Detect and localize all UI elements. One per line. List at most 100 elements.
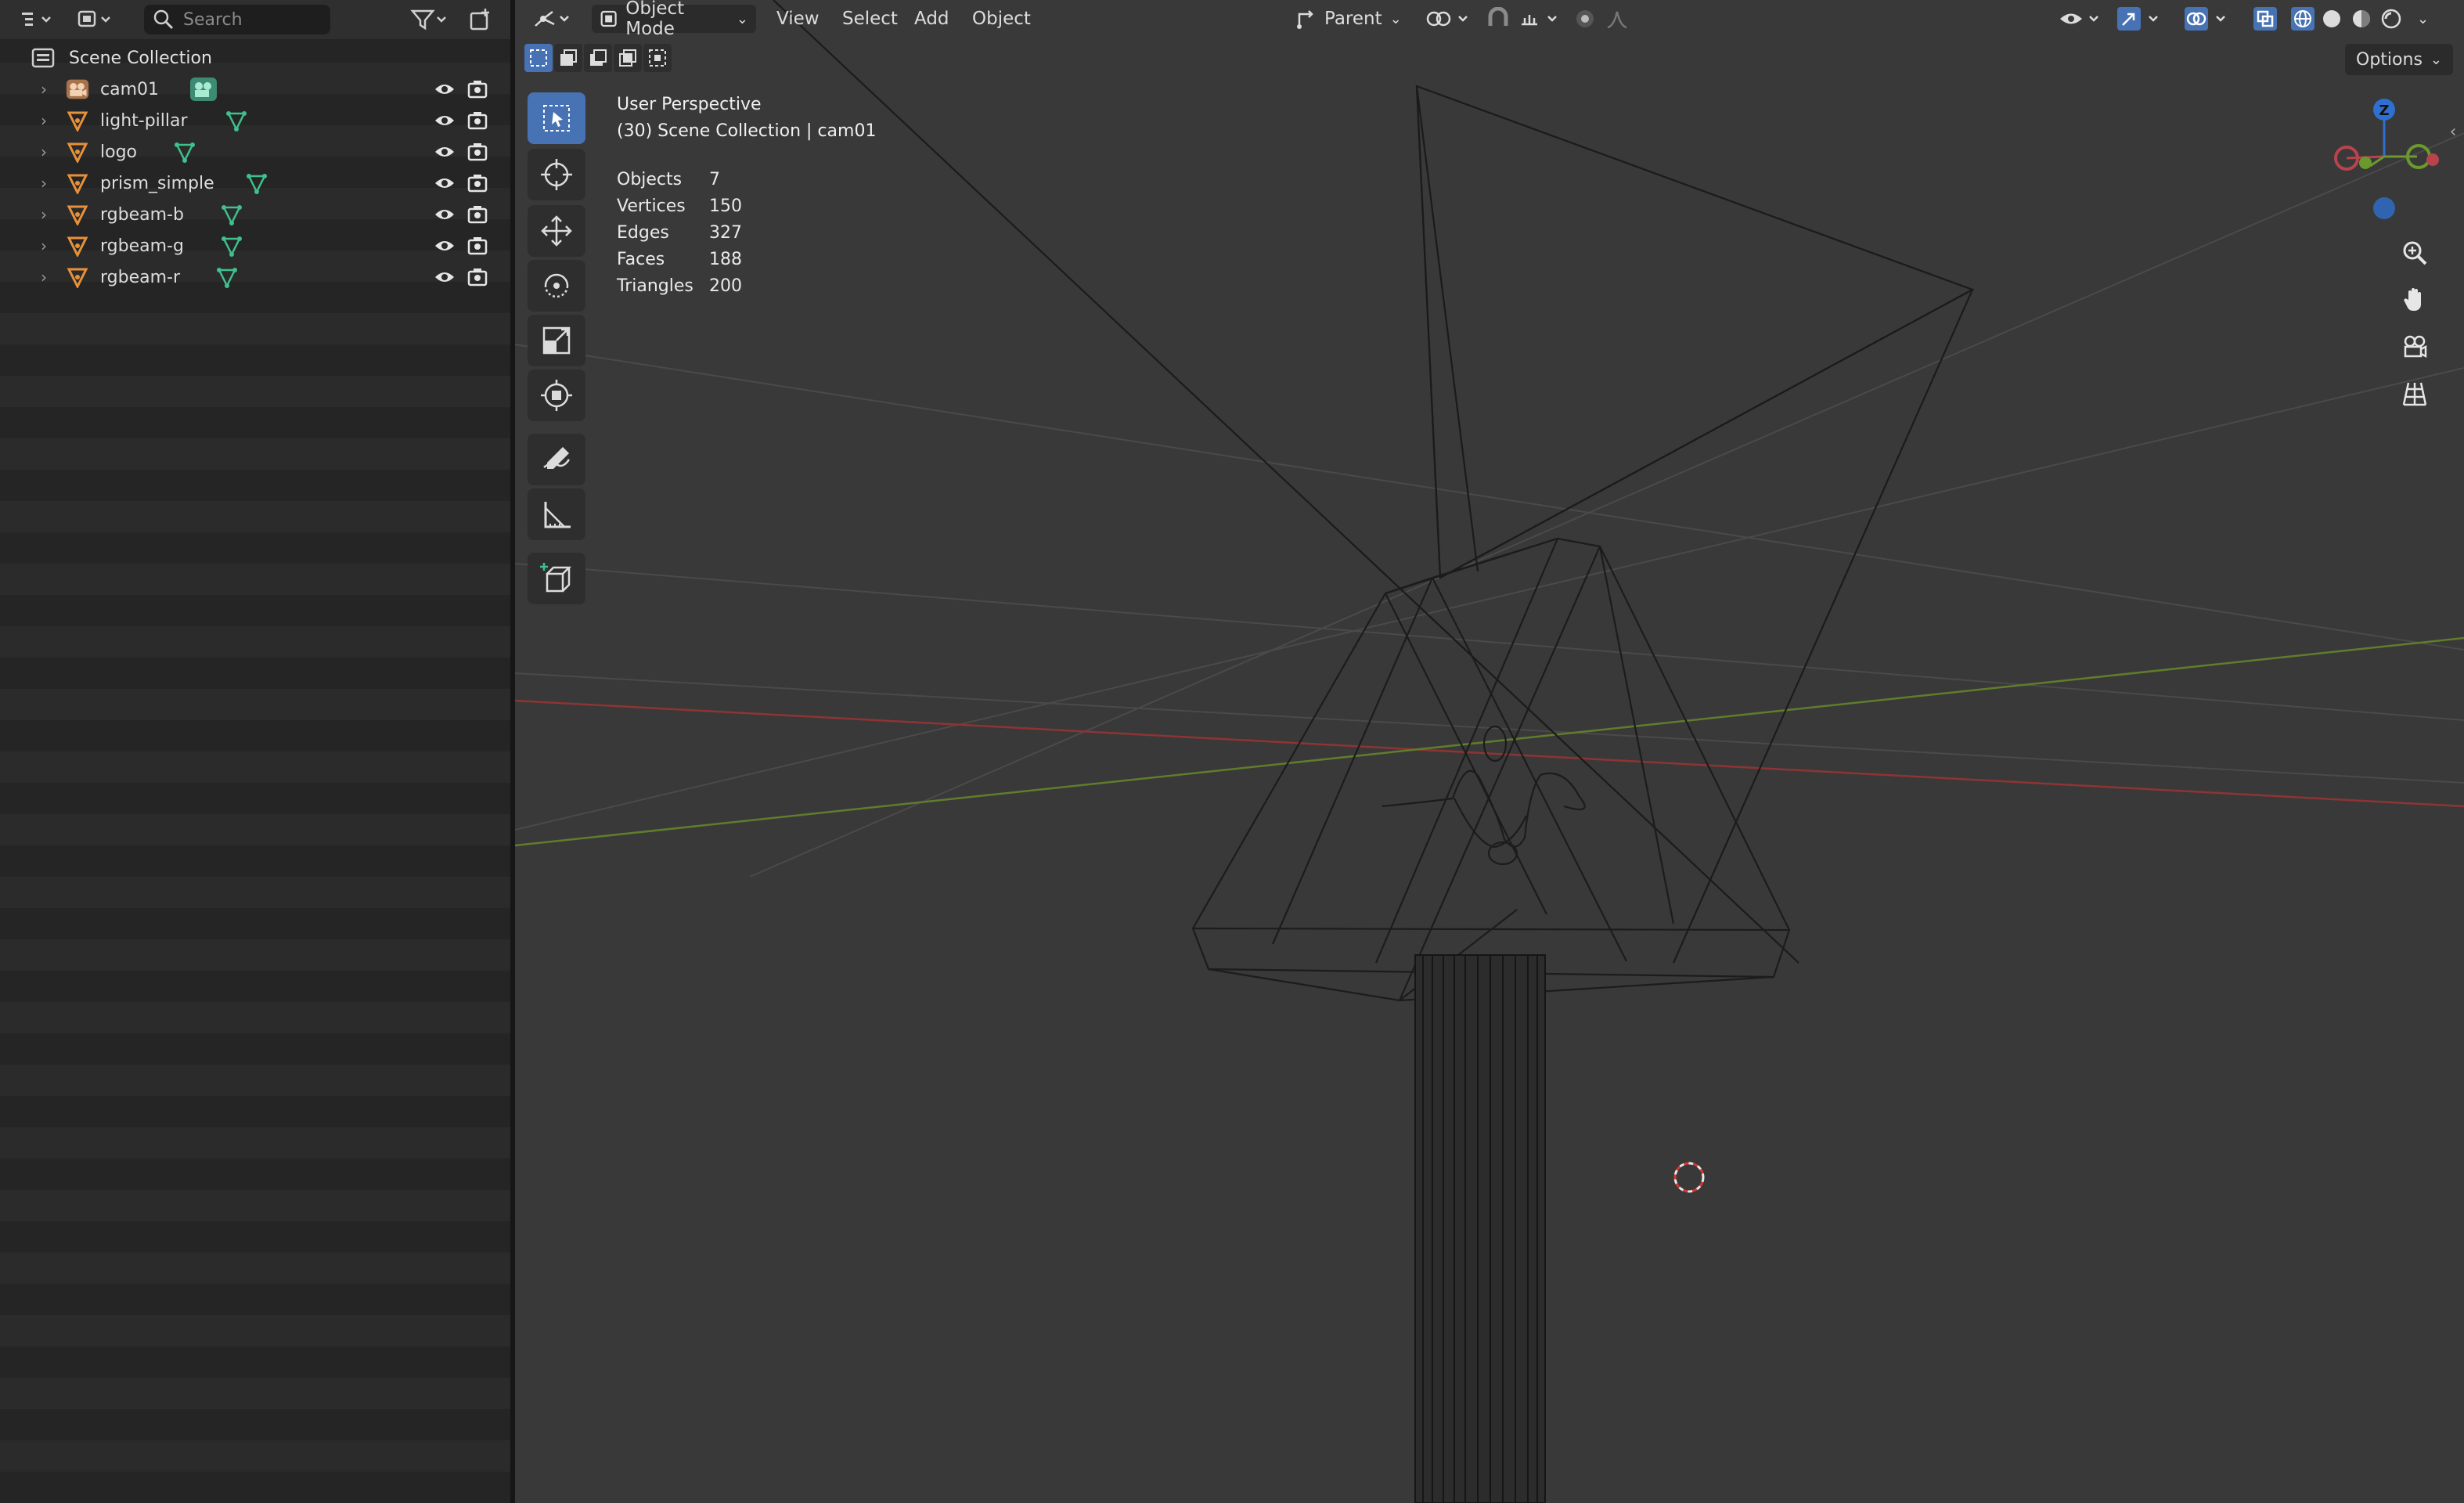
outliner-item-rgbeam-b[interactable]: › rgbeam-b (0, 199, 510, 230)
render-camera-icon[interactable] (467, 78, 488, 100)
add-cube-tool[interactable] (528, 553, 585, 604)
chevron-right-icon[interactable]: › (41, 80, 56, 99)
render-camera-icon[interactable] (467, 172, 488, 194)
editor-type-button[interactable] (14, 5, 61, 34)
filter-button[interactable] (405, 5, 452, 34)
chevron-right-icon[interactable]: › (41, 142, 56, 161)
chevron-down-icon: ⌄ (2430, 51, 2442, 68)
cursor-tool[interactable] (528, 149, 585, 200)
zoom-button[interactable] (2394, 232, 2436, 274)
display-mode-button[interactable] (72, 5, 119, 34)
eye-icon[interactable] (434, 204, 456, 225)
render-camera-icon[interactable] (467, 141, 488, 163)
viewport-editor-type-button[interactable] (532, 5, 575, 33)
gizmo-toggle-icon (2117, 7, 2158, 31)
proportional-edit-toggle[interactable] (1573, 5, 1601, 33)
chevron-right-icon[interactable]: › (41, 268, 56, 287)
select-extend-button[interactable] (554, 44, 582, 72)
select-intersect-icon (649, 49, 666, 67)
menu-select[interactable]: Select (842, 5, 898, 33)
proportional-falloff-dropdown[interactable] (1605, 5, 1644, 33)
navigation-gizmo[interactable]: Z (2315, 86, 2456, 235)
scale-tool[interactable] (528, 315, 585, 366)
rendered-shading-icon (2381, 9, 2401, 29)
snap-target-dropdown[interactable] (1425, 5, 1476, 33)
rotate-tool[interactable] (528, 260, 585, 312)
overlays-dropdown[interactable] (2184, 5, 2234, 33)
annotate-tool[interactable] (528, 434, 585, 485)
render-camera-icon[interactable] (467, 204, 488, 225)
new-collection-button[interactable] (465, 5, 496, 34)
select-invert-button[interactable] (614, 44, 642, 72)
snap-toggle[interactable] (1486, 5, 1514, 33)
collection-icon (31, 46, 55, 70)
outliner-item-label: cam01 (100, 79, 160, 99)
render-camera-icon[interactable] (467, 110, 488, 132)
toggle-perspective-button[interactable] (2394, 373, 2436, 415)
mesh-data-icon[interactable] (246, 172, 268, 194)
render-camera-icon[interactable] (467, 235, 488, 257)
shading-solid-button[interactable] (2320, 5, 2347, 33)
eye-icon[interactable] (434, 266, 456, 288)
search-input[interactable] (182, 9, 318, 31)
outliner-item-rgbeam-g[interactable]: › rgbeam-g (0, 230, 510, 261)
menu-add[interactable]: Add (914, 5, 949, 33)
select-new-button[interactable] (524, 44, 553, 72)
shading-wireframe-button[interactable] (2290, 5, 2317, 33)
object-mode-dropdown[interactable]: Object Mode ⌄ (592, 0, 756, 39)
camera-data-icon[interactable] (189, 77, 218, 102)
transform-tool[interactable] (528, 369, 585, 421)
xray-toggle[interactable] (2253, 5, 2279, 33)
visibility-dropdown[interactable] (2059, 5, 2106, 33)
mesh-data-icon[interactable] (221, 204, 243, 225)
shading-options-dropdown[interactable]: ⌄ (2417, 5, 2441, 33)
chevron-right-icon[interactable]: › (41, 236, 56, 255)
eye-icon[interactable] (434, 78, 456, 100)
gizmo-dropdown[interactable] (2116, 5, 2167, 33)
options-dropdown[interactable]: Options ⌄ (2345, 44, 2453, 75)
outliner-header (0, 0, 510, 39)
move-tool[interactable] (528, 205, 585, 257)
select-subtract-button[interactable] (584, 44, 612, 72)
render-camera-icon[interactable] (467, 266, 488, 288)
mesh-data-icon[interactable] (225, 110, 247, 132)
material-shading-icon (2353, 10, 2370, 27)
select-box-tool[interactable] (528, 92, 585, 144)
transform-pivot-dropdown[interactable]: Parent ⌄ (1295, 5, 1412, 33)
mesh-data-icon[interactable] (216, 266, 238, 288)
prism-mesh (1191, 537, 1791, 1002)
falloff-icon (1607, 11, 1627, 29)
outliner-item-rgbeam-r[interactable]: › rgbeam-r (0, 261, 510, 293)
proportional-edit-icon (1576, 10, 1594, 27)
outliner-item-logo[interactable]: › logo (0, 136, 510, 168)
menu-object[interactable]: Object (972, 5, 1031, 33)
3d-viewport[interactable]: Object Mode ⌄ View Select Add Object Par… (515, 0, 2464, 1503)
search-icon (153, 9, 174, 30)
grid-perspective-icon (2402, 382, 2427, 406)
eye-icon[interactable] (434, 172, 456, 194)
shading-rendered-button[interactable] (2379, 5, 2406, 33)
chevron-right-icon[interactable]: › (41, 205, 56, 224)
mesh-data-icon[interactable] (221, 235, 243, 257)
outliner-search[interactable] (144, 5, 330, 34)
measure-tool[interactable] (528, 488, 585, 540)
chevron-right-icon[interactable]: › (41, 111, 56, 130)
select-intersect-button[interactable] (643, 44, 672, 72)
shading-material-button[interactable] (2350, 5, 2376, 33)
scene-collection-row[interactable]: Scene Collection (0, 42, 510, 74)
snap-mode-dropdown[interactable] (1518, 5, 1565, 33)
menu-view[interactable]: View (776, 5, 820, 33)
eye-icon[interactable] (434, 110, 456, 132)
camera-frustum (773, 0, 1975, 964)
pan-button[interactable] (2394, 279, 2436, 321)
eye-icon[interactable] (434, 141, 456, 163)
outliner-item-cam01[interactable]: › cam01 (0, 74, 510, 105)
mesh-data-icon[interactable] (174, 141, 196, 163)
outliner-item-light-pillar[interactable]: › light-pillar (0, 105, 510, 136)
select-new-icon (530, 49, 547, 67)
chevron-right-icon[interactable]: › (41, 174, 56, 193)
eye-icon[interactable] (434, 235, 456, 257)
new-collection-icon (470, 9, 489, 31)
outliner-item-prism-simple[interactable]: › prism_simple (0, 168, 510, 199)
camera-view-button[interactable] (2394, 326, 2436, 368)
